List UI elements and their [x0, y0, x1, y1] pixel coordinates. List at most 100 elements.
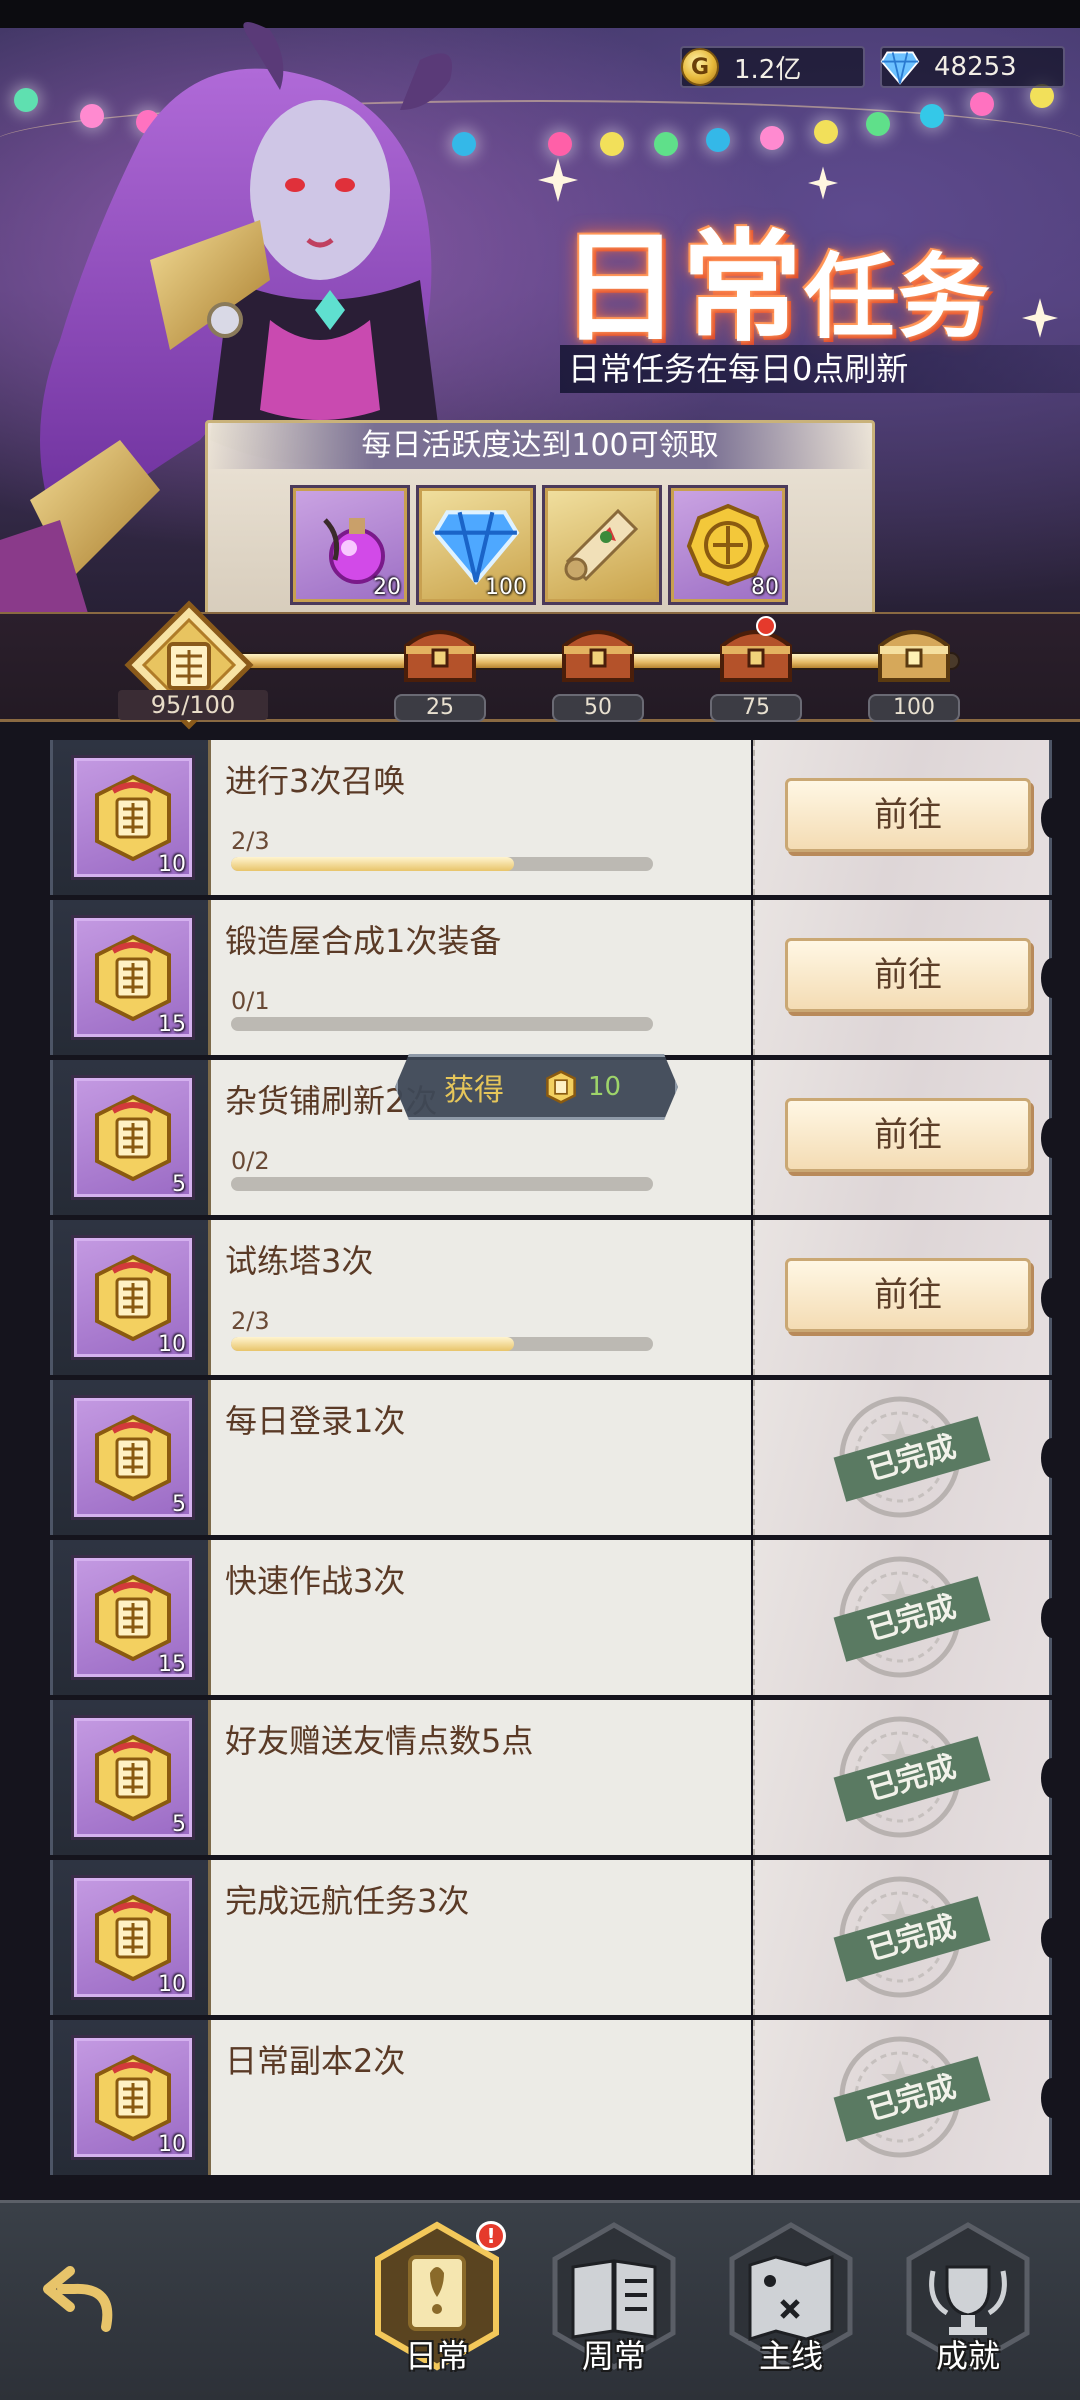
task-reward-column: 5 — [53, 1060, 211, 1215]
reward-item-scroll[interactable] — [542, 485, 662, 605]
task-action-area: 已完成 — [753, 1540, 1049, 1695]
gold-currency: G 1.2亿 — [680, 46, 865, 88]
task-progress-bar — [231, 857, 653, 871]
task-reward-count: 5 — [172, 1492, 186, 1517]
tab-achievement[interactable]: 成就 — [903, 2221, 1033, 2381]
diamond-currency: 48253 — [880, 46, 1065, 88]
task-info: 日常副本2次 — [211, 2020, 751, 2175]
task-info: 快速作战3次 — [211, 1540, 751, 1695]
scroll-icon — [564, 508, 639, 582]
task-reward-column: 10 — [53, 1220, 211, 1375]
activity-value: 95/100 — [118, 690, 268, 720]
activity-point-icon — [95, 1254, 171, 1341]
activity-point-icon — [95, 1414, 171, 1501]
reward-item-count: 80 — [751, 575, 779, 600]
gold-coin-icon: G — [681, 48, 719, 86]
bottom-nav: ! 日常 周常 主线 成就 — [0, 2200, 1080, 2400]
task-reward-column: 5 — [53, 1700, 211, 1855]
go-button[interactable]: 前往 — [785, 1098, 1031, 1172]
task-reward-column: 10 — [53, 740, 211, 895]
task-action-area: 已完成 — [753, 1860, 1049, 2015]
activity-point-icon — [95, 774, 171, 861]
tab-label: 成就 — [935, 2337, 1000, 2375]
task-row: 15 锻造屋合成1次装备 0/1 前往 — [50, 900, 1052, 1055]
task-reward-count: 15 — [158, 1652, 186, 1677]
task-reward-column: 15 — [53, 1540, 211, 1695]
task-reward-item[interactable]: 5 — [71, 1715, 195, 1840]
task-reward-count: 5 — [172, 1172, 186, 1197]
task-name: 锻造屋合成1次装备 — [225, 922, 502, 960]
task-reward-item[interactable]: 10 — [71, 1235, 195, 1360]
task-info: 锻造屋合成1次装备 0/1 — [211, 900, 751, 1055]
task-reward-column: 10 — [53, 2020, 211, 2175]
task-reward-item[interactable]: 5 — [71, 1075, 195, 1200]
page-subtitle: 日常任务在每日0点刷新 — [560, 345, 1080, 393]
milestone-label: 75 — [710, 694, 802, 722]
chest-icon[interactable] — [400, 616, 480, 690]
activity-point-icon — [95, 934, 171, 1021]
toast-label: 获得 — [444, 1073, 504, 1108]
tab-label: 周常 — [581, 2337, 646, 2375]
task-name: 快速作战3次 — [225, 1562, 406, 1600]
task-progress-bar — [231, 1177, 653, 1191]
task-row: 5 每日登录1次 已完成 — [50, 1380, 1052, 1535]
reward-item-gold-coin[interactable]: 80 — [668, 485, 788, 605]
task-name: 完成远航任务3次 — [225, 1882, 470, 1920]
task-action-area: 已完成 — [753, 1700, 1049, 1855]
chest-icon[interactable] — [874, 616, 954, 690]
task-list[interactable]: 10 进行3次召唤 2/3 前往 15 锻造屋合成1次装备 0/1 前往 5 杂… — [50, 740, 1052, 2185]
daily-reward-panel: 每日活跃度达到100可领取 20 100 80 — [205, 420, 875, 620]
chest-icon[interactable] — [558, 616, 638, 690]
task-action-area: 前往 — [753, 740, 1049, 895]
task-reward-item[interactable]: 5 — [71, 1395, 195, 1520]
task-progress-bar — [231, 1337, 653, 1351]
reward-item-diamond[interactable]: 100 — [416, 485, 536, 605]
milestone-label: 50 — [552, 694, 644, 722]
task-row: 10 进行3次召唤 2/3 前往 — [50, 740, 1052, 895]
task-action-area: 前往 — [753, 1060, 1049, 1215]
back-arrow-icon[interactable] — [34, 2257, 124, 2347]
task-reward-count: 10 — [158, 2132, 186, 2157]
activity-point-icon — [544, 1070, 578, 1104]
activity-point-icon — [95, 1094, 171, 1181]
notification-badge: ! — [476, 2221, 506, 2251]
tab-weekly[interactable]: 周常 — [549, 2221, 679, 2381]
task-reward-item[interactable]: 10 — [71, 755, 195, 880]
toast-amount: 10 — [588, 1072, 622, 1102]
task-reward-item[interactable]: 10 — [71, 2035, 195, 2160]
task-reward-count: 10 — [158, 1332, 186, 1357]
go-button[interactable]: 前往 — [785, 938, 1031, 1012]
reward-toast: 获得 10 — [395, 1054, 678, 1120]
tab-main-story[interactable]: 主线 — [726, 2221, 856, 2381]
tab-daily[interactable]: ! 日常 — [372, 2221, 506, 2381]
task-row: 10 试练塔3次 2/3 前往 — [50, 1220, 1052, 1375]
task-name: 好友赠送友情点数5点 — [225, 1722, 534, 1760]
task-reward-item[interactable]: 15 — [71, 1555, 195, 1680]
activity-point-icon — [95, 1574, 171, 1661]
go-button[interactable]: 前往 — [785, 778, 1031, 852]
task-row: 10 日常副本2次 已完成 — [50, 2020, 1052, 2175]
task-reward-item[interactable]: 15 — [71, 915, 195, 1040]
page-title: 日常任务 — [560, 190, 992, 364]
milestone-label: 100 — [868, 694, 960, 722]
page-title-small: 任务 — [804, 244, 993, 351]
diamond-icon — [880, 51, 920, 85]
task-info: 进行3次召唤 2/3 — [211, 740, 751, 895]
reward-panel-title: 每日活跃度达到100可领取 — [208, 423, 872, 469]
chest-icon[interactable] — [716, 616, 796, 690]
go-button[interactable]: 前往 — [785, 1258, 1031, 1332]
task-reward-item[interactable]: 10 — [71, 1875, 195, 2000]
task-progress-text: 0/2 — [231, 1147, 270, 1175]
milestone-label: 25 — [394, 694, 486, 722]
task-action-area: 前往 — [753, 900, 1049, 1055]
task-info: 每日登录1次 — [211, 1380, 751, 1535]
tab-label: 日常 — [404, 2337, 469, 2375]
task-info: 好友赠送友情点数5点 — [211, 1700, 751, 1855]
reward-item-potion[interactable]: 20 — [290, 485, 410, 605]
reward-item-count: 100 — [485, 575, 527, 600]
activity-point-icon — [95, 1734, 171, 1821]
tab-label: 主线 — [758, 2337, 823, 2375]
task-reward-count: 15 — [158, 1012, 186, 1037]
task-info: 试练塔3次 2/3 — [211, 1220, 751, 1375]
task-reward-count: 10 — [158, 852, 186, 877]
